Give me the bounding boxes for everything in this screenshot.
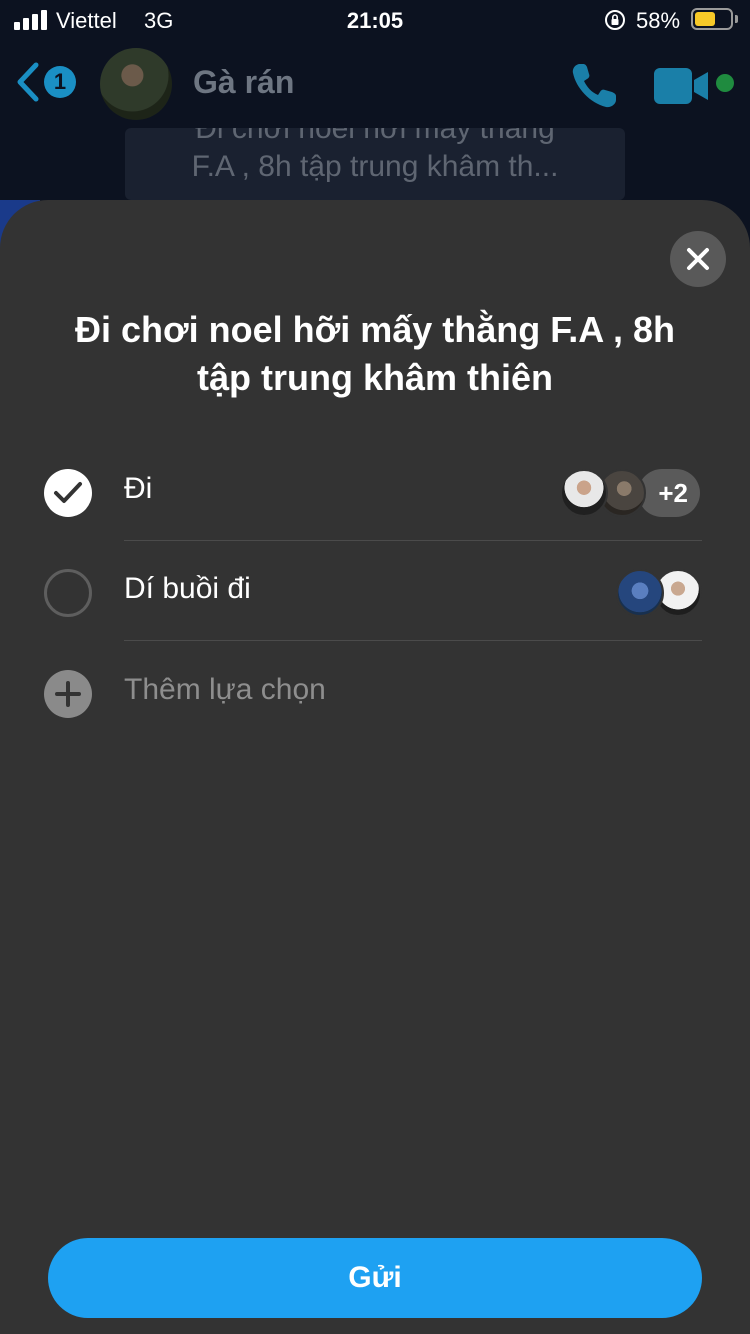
battery-level	[695, 12, 715, 26]
voter-avatar	[616, 569, 664, 617]
status-bar: Viettel 3G 21:05 58%	[0, 0, 750, 40]
rotation-lock-icon	[605, 10, 625, 30]
battery-icon	[691, 8, 733, 30]
close-icon	[687, 248, 709, 270]
poll-title: Đi chơi noel hỡi mấy thằng F.A , 8h tập …	[75, 309, 675, 398]
voter-avatar	[560, 469, 608, 517]
battery-percent: 58%	[636, 8, 681, 33]
add-option-button[interactable]: Thêm lựa chọn	[0, 642, 750, 742]
option-checkbox-unchecked[interactable]	[44, 569, 92, 617]
close-button[interactable]	[670, 231, 726, 287]
option-label: Dí buồi đi	[124, 572, 251, 605]
pinned-message[interactable]: Đi chơi noel hơi mấy thằng F.A , 8h tập …	[125, 128, 625, 200]
option-label: Đi	[124, 472, 153, 505]
poll-option-di[interactable]: Đi +2	[0, 441, 750, 541]
unread-badge[interactable]: 1	[44, 66, 76, 98]
pinned-message-line1: Đi chơi noel hơi mấy thằng	[195, 128, 555, 145]
poll-option-di-buoi-di[interactable]: Dí buồi đi	[0, 541, 750, 641]
phone-icon[interactable]	[568, 60, 620, 112]
more-voters-count: +2	[638, 469, 700, 517]
option-checkbox-checked[interactable]	[44, 469, 92, 517]
back-icon[interactable]	[14, 62, 42, 102]
video-camera-icon[interactable]	[652, 66, 712, 106]
contact-avatar[interactable]	[100, 48, 172, 120]
send-button[interactable]: Gửi	[48, 1238, 702, 1318]
contact-name[interactable]: Gà rán	[193, 64, 294, 101]
add-option-placeholder: Thêm lựa chọn	[124, 673, 326, 706]
poll-sheet: Đi chơi noel hỡi mấy thằng F.A , 8h tập …	[0, 200, 750, 1334]
plus-icon	[44, 670, 92, 718]
pinned-message-line2: F.A , 8h tập trung khâm th...	[191, 150, 559, 183]
battery-tip	[735, 15, 738, 23]
online-status-dot	[716, 74, 734, 92]
option-divider	[124, 640, 702, 641]
check-icon	[54, 482, 82, 503]
